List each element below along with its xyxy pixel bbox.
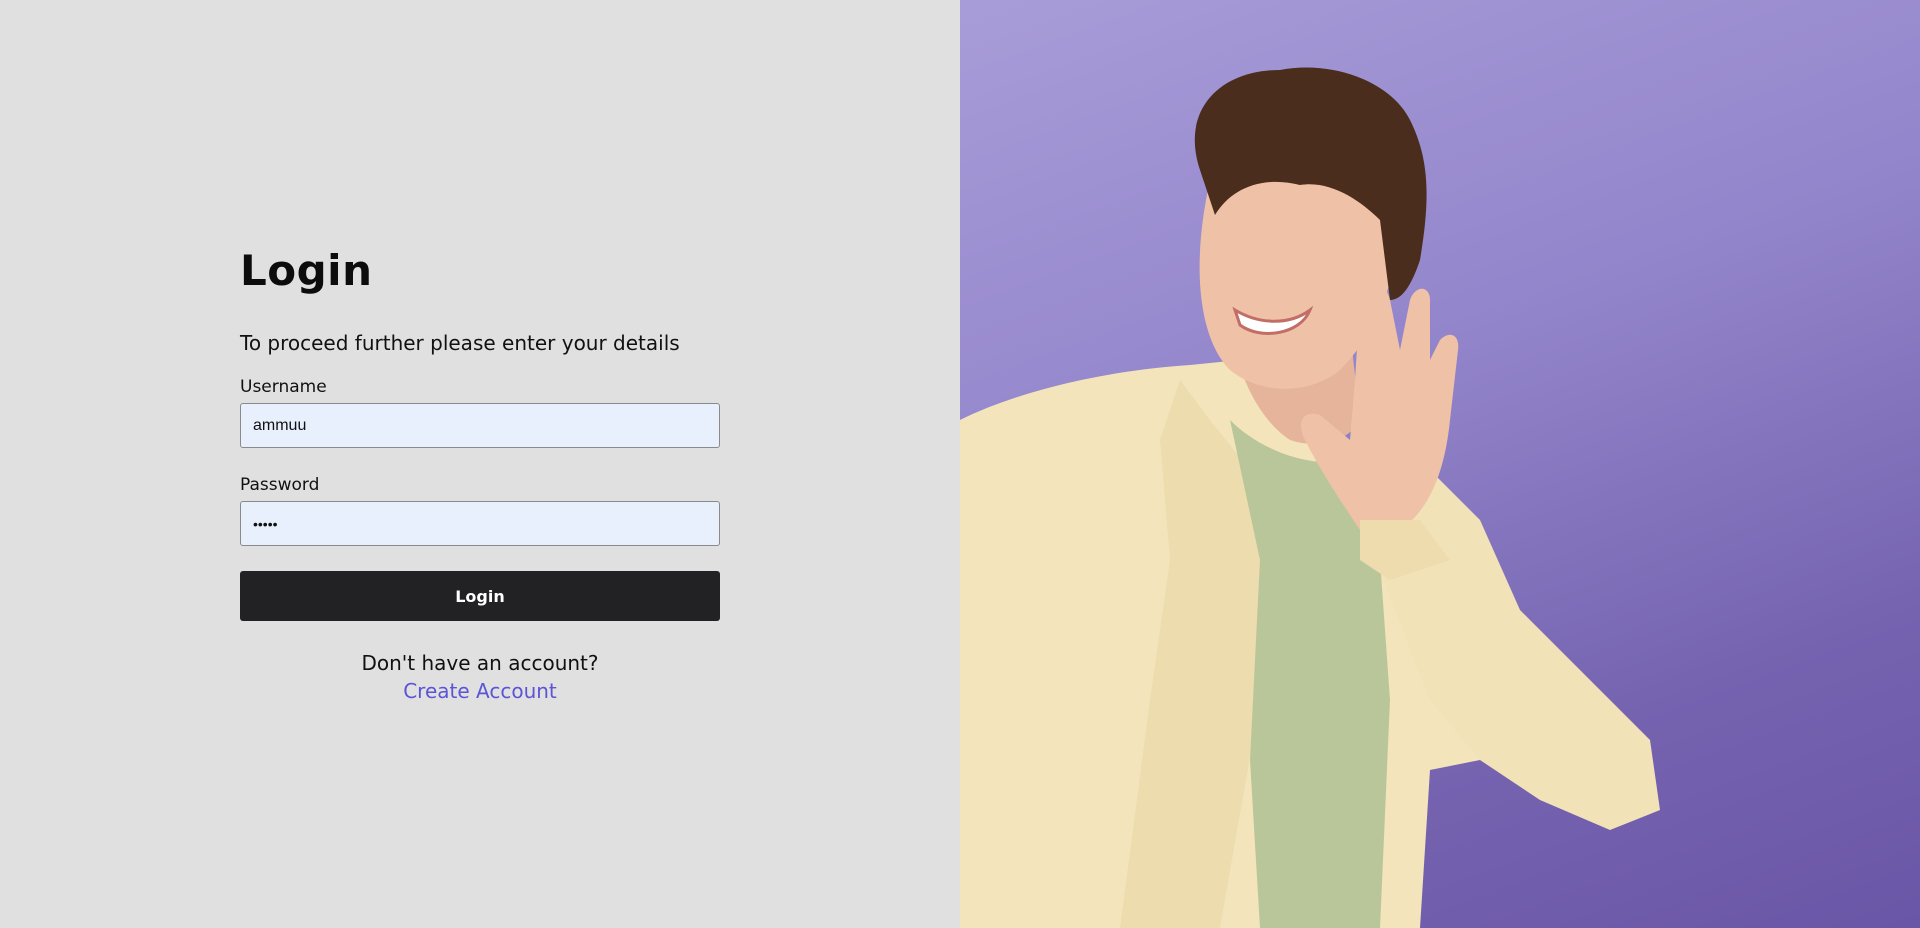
login-button[interactable]: Login	[240, 571, 720, 621]
login-form: Login To proceed further please enter yo…	[240, 246, 720, 705]
subtitle: To proceed further please enter your det…	[240, 331, 680, 355]
password-input[interactable]	[240, 501, 720, 546]
signup-prompt: Don't have an account?	[361, 651, 599, 675]
login-panel: Login To proceed further please enter yo…	[0, 0, 960, 928]
username-label: Username	[240, 377, 327, 397]
login-page: Login To proceed further please enter yo…	[0, 0, 1920, 928]
hero-image	[960, 0, 1920, 928]
password-label: Password	[240, 475, 320, 495]
username-input[interactable]	[240, 403, 720, 448]
create-account-link[interactable]: Create Account	[403, 677, 557, 705]
signup-block: Don't have an account? Create Account	[240, 649, 720, 705]
waving-man-illustration	[960, 67, 1660, 928]
page-title: Login	[240, 246, 373, 295]
